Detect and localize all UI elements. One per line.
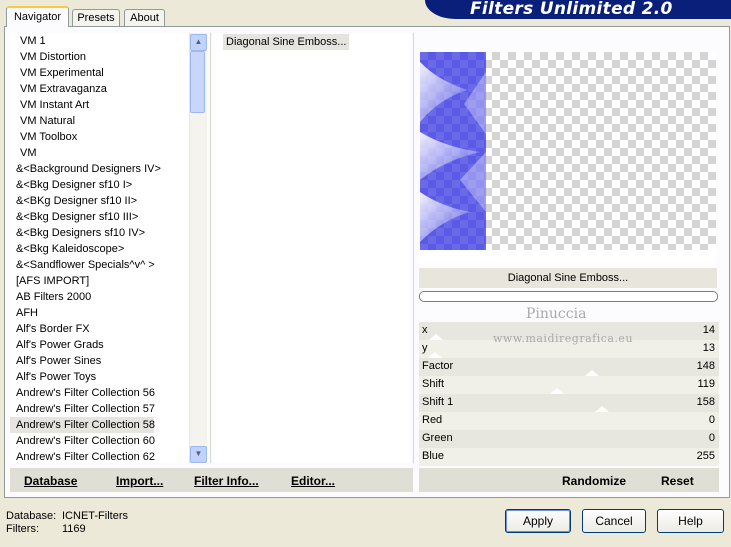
param-name: Shift 1 [422,396,454,408]
category-item[interactable]: VM [10,145,190,161]
param-value: 158 [696,396,715,408]
category-item[interactable]: VM Instant Art [10,97,190,113]
progress-bar [419,291,718,302]
apply-button[interactable]: Apply [505,509,571,533]
scroll-down-icon[interactable]: ▼ [190,446,207,463]
param-value: 14 [702,324,715,336]
tab-navigator[interactable]: Navigator [6,6,69,27]
param-value: 119 [697,378,715,390]
category-item[interactable]: Alf's Power Toys [10,369,190,385]
preview-filter-name: Diagonal Sine Emboss... [419,268,717,288]
category-item[interactable]: Andrew's Filter Collection 56 [10,385,190,401]
param-value: 0 [708,414,715,426]
param-value: 148 [696,360,715,372]
category-item[interactable]: VM Natural [10,113,190,129]
param-value: 0 [708,432,715,444]
preview-spacer [420,250,716,266]
category-item[interactable]: Andrew's Filter Collection 62 [10,449,190,463]
category-item[interactable]: &<BKg Designer sf10 II> [10,193,190,209]
help-button[interactable]: Help [657,509,724,533]
param-row[interactable]: Factor 148 [419,358,719,376]
category-item[interactable]: &<Background Designers IV> [10,161,190,177]
category-item[interactable]: Alf's Power Grads [10,337,190,353]
param-name: Factor [422,360,454,372]
category-item[interactable]: &<Bkg Designer sf10 III> [10,209,190,225]
filter-info-button[interactable]: Filter Info... [194,474,259,488]
reset-button[interactable]: Reset [661,474,694,488]
preview-effect-strip [420,52,486,250]
param-value: 255 [696,450,715,462]
import-button[interactable]: Import... [116,474,163,488]
status-filters-label: Filters: [6,523,39,535]
category-item[interactable]: Andrew's Filter Collection 57 [10,401,190,417]
app-title: Filters Unlimited 2.0 [470,0,673,19]
column-divider [413,33,414,463]
category-item[interactable]: &<Bkg Designer sf10 I> [10,177,190,193]
param-row[interactable]: Blue 255 [419,448,719,466]
category-item[interactable]: [AFS IMPORT] [10,273,190,289]
param-value: 13 [702,342,715,354]
category-item[interactable]: VM Toolbox [10,129,190,145]
category-item[interactable]: VM Extravaganza [10,81,190,97]
status-filters-value: 1169 [62,523,86,535]
param-row[interactable]: Shift 1 158 [419,394,719,412]
category-item[interactable]: &<Bkg Designers sf10 IV> [10,225,190,241]
category-list[interactable]: VM 1 VM Distortion VM Experimental VM Ex… [10,33,190,463]
category-item[interactable]: Andrew's Filter Collection 60 [10,433,190,449]
param-name: Shift [422,378,445,390]
tab-about[interactable]: About [124,9,165,26]
param-name: x [422,324,428,336]
column-divider [210,33,211,463]
category-item[interactable]: VM Experimental [10,65,190,81]
tab-presets[interactable]: Presets [72,9,120,26]
filter-item-selected[interactable]: Diagonal Sine Emboss... [223,34,350,50]
category-item[interactable]: Alf's Border FX [10,321,190,337]
watermark-url: www.maidiregrafica.eu [493,332,634,345]
category-item[interactable]: AFH [10,305,190,321]
category-item[interactable]: &<Sandflower Specials^v^ > [10,257,190,273]
editor-button[interactable]: Editor... [291,474,335,488]
param-name: Blue [422,450,445,462]
cancel-button[interactable]: Cancel [582,509,646,533]
category-item-selected[interactable]: Andrew's Filter Collection 58 [10,417,155,433]
category-scrollbar[interactable]: ▲ ▼ [189,33,207,463]
scroll-up-icon[interactable]: ▲ [190,34,207,51]
param-name: Green [422,432,453,444]
randomize-button[interactable]: Randomize [562,474,626,488]
param-name: Red [422,414,443,426]
param-row[interactable]: Red 0 [419,412,719,430]
category-item[interactable]: VM 1 [10,33,190,49]
param-name: y [422,342,428,354]
scroll-thumb[interactable] [190,51,205,113]
category-item[interactable]: Alf's Power Sines [10,353,190,369]
database-button[interactable]: Database [24,474,77,488]
status-database-label: Database: [6,510,57,522]
param-row[interactable]: Green 0 [419,430,719,448]
filter-list[interactable] [214,33,410,463]
status-database-value: ICNET-Filters [62,510,128,522]
category-item[interactable]: AB Filters 2000 [10,289,190,305]
watermark-name: Pinuccia [526,306,587,322]
category-item[interactable]: VM Distortion [10,49,190,65]
category-item[interactable]: &<Bkg Kaleidoscope> [10,241,190,257]
param-row[interactable]: Shift 119 [419,376,719,394]
